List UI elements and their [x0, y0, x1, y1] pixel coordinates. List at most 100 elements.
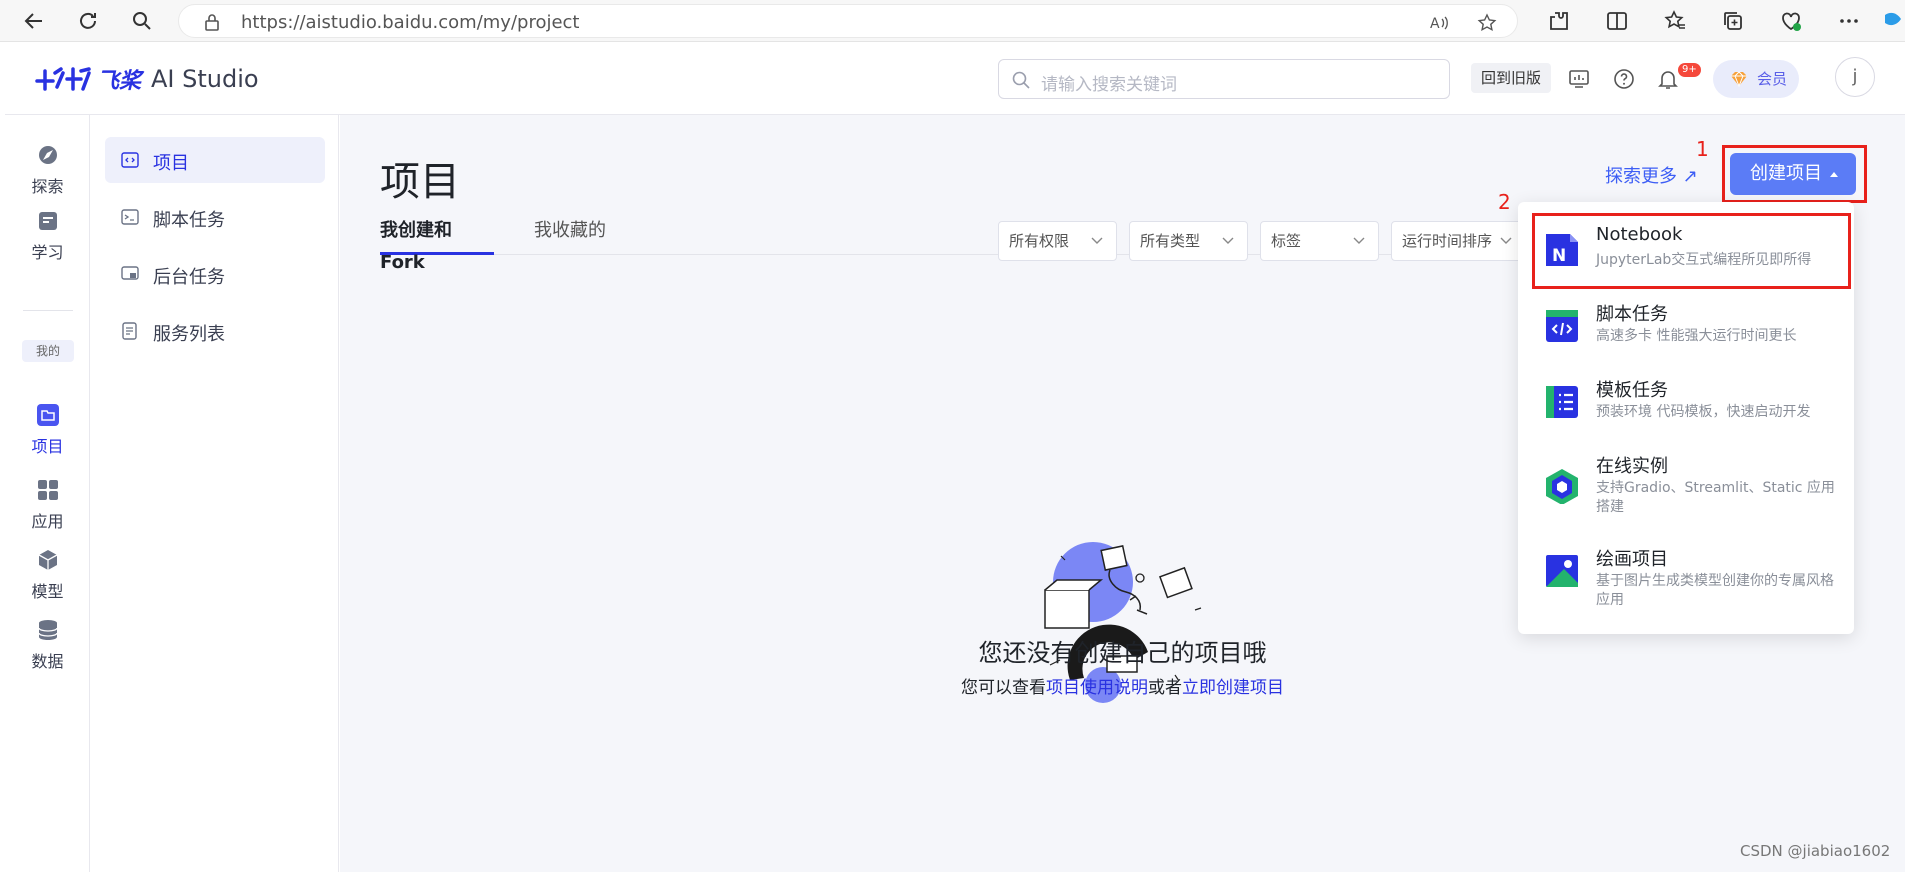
template-task-icon: [1546, 386, 1578, 418]
data-icon: [37, 620, 58, 640]
chevron-down-icon: [1091, 237, 1103, 244]
subnav-label: 后台任务: [153, 267, 225, 288]
project-icon: [121, 152, 139, 168]
explore-icon: [38, 146, 57, 164]
subnav-item-project[interactable]: 项目: [105, 137, 325, 183]
logo-text-en: AI Studio: [151, 65, 259, 93]
url-text[interactable]: https://aistudio.baidu.com/my/project: [241, 12, 579, 33]
create-project-button[interactable]: 创建项目: [1730, 153, 1856, 195]
script-icon: [121, 209, 139, 225]
subnav-label: 服务列表: [153, 324, 225, 345]
dropdown-item-desc: 高速多卡 性能强大运行时间更长: [1596, 328, 1797, 344]
subnav-label: 脚本任务: [153, 210, 225, 231]
rail-label: 学习: [31, 243, 64, 262]
apps-icon: [37, 480, 58, 500]
filter-type[interactable]: 所有类型: [1129, 221, 1248, 261]
background-task-icon: [121, 266, 139, 280]
annotation-marker-1: 1: [1696, 137, 1709, 161]
tab-my-created-fork[interactable]: 我创建和Fork: [380, 215, 494, 273]
sub-navigation: 项目 脚本任务 后台任务 服务列表: [91, 115, 339, 872]
address-bar[interactable]: https://aistudio.baidu.com/my/project A: [178, 4, 1518, 38]
filter-label: 运行时间排序: [1402, 232, 1493, 250]
dropdown-item-desc: 基于图片生成类模型创建你的专属风格应用: [1596, 573, 1834, 608]
notification-bell-icon[interactable]: [1656, 67, 1680, 91]
dropdown-item-desc: 支持Gradio、Streamlit、Static 应用搭建: [1596, 480, 1835, 515]
old-version-button[interactable]: 回到旧版: [1471, 63, 1552, 93]
extensions-icon[interactable]: [1547, 9, 1571, 33]
search-input[interactable]: 请输入搜索关键词: [998, 59, 1450, 99]
rail-item-apps[interactable]: 应用: [5, 478, 90, 532]
project-icon: [36, 404, 59, 426]
logo[interactable]: 飞桨 AI Studio: [35, 61, 259, 97]
project-usage-guide-link[interactable]: 项目使用说明: [1046, 678, 1148, 698]
filter-permission[interactable]: 所有权限: [998, 221, 1117, 261]
browser-toolbar: https://aistudio.baidu.com/my/project A: [0, 0, 1905, 42]
diamond-icon: [1731, 71, 1747, 87]
search-icon[interactable]: [130, 9, 154, 33]
logo-text-cn: 飞桨: [97, 69, 142, 94]
rail-item-model[interactable]: 模型: [5, 548, 90, 602]
search-icon: [1011, 70, 1031, 90]
read-aloud-icon[interactable]: A: [1429, 13, 1449, 33]
split-screen-icon[interactable]: [1605, 9, 1629, 33]
copilot-icon[interactable]: [1881, 9, 1905, 33]
annotation-highlight-notebook: [1532, 213, 1851, 289]
annotation-marker-2: 2: [1498, 190, 1511, 214]
help-icon[interactable]: [1612, 67, 1636, 91]
create-project-label: 创建项目: [1750, 163, 1822, 184]
app-header: 飞桨 AI Studio 请输入搜索关键词 回到旧版 9+ 会员 j: [5, 43, 1905, 115]
svg-text:A: A: [1430, 16, 1440, 32]
search-placeholder: 请输入搜索关键词: [1041, 75, 1177, 95]
script-task-icon: [1546, 310, 1578, 342]
rail-label: 项目: [31, 437, 64, 456]
lock-icon[interactable]: [203, 13, 221, 31]
rail-item-project[interactable]: 项目: [5, 403, 90, 457]
member-button[interactable]: 会员: [1713, 60, 1799, 98]
create-project-now-link[interactable]: 立即创建项目: [1182, 678, 1284, 698]
dropdown-item-title: 模板任务: [1596, 380, 1668, 401]
model-icon: [38, 550, 57, 570]
service-list-icon: [122, 322, 137, 340]
chevron-down-icon: [1222, 237, 1234, 244]
health-icon[interactable]: [1779, 9, 1803, 33]
notification-badge: 9+: [1678, 63, 1701, 77]
explore-more-link[interactable]: 探索更多 ↗: [1605, 162, 1698, 188]
painting-project-icon: [1546, 555, 1578, 587]
refresh-icon[interactable]: [76, 9, 100, 33]
filter-sort-runtime[interactable]: 运行时间排序: [1391, 221, 1526, 261]
rail-label: 应用: [31, 512, 64, 531]
dropdown-item-title: 脚本任务: [1596, 304, 1668, 325]
rail-item-learn[interactable]: 学习: [5, 209, 90, 263]
paddle-logo-icon: [35, 67, 91, 91]
rail-label: 模型: [31, 582, 64, 601]
back-icon[interactable]: [22, 9, 46, 33]
filter-tag[interactable]: 标签: [1260, 221, 1379, 261]
subnav-label: 项目: [153, 153, 189, 174]
left-rail: 探索 学习 我的 项目 应用 模型 数据: [5, 115, 90, 872]
monitor-icon[interactable]: [1567, 67, 1591, 91]
rail-item-explore[interactable]: 探索: [5, 143, 90, 197]
favorites-icon[interactable]: [1663, 9, 1687, 33]
empty-state-title: 您还没有创建自己的项目哦: [978, 639, 1267, 667]
dropdown-item-title: 在线实例: [1596, 456, 1668, 477]
caret-up-icon: [1830, 172, 1838, 177]
more-icon[interactable]: [1837, 9, 1861, 33]
tab-my-favorites[interactable]: 我收藏的: [534, 215, 606, 255]
favorite-star-icon[interactable]: [1477, 13, 1497, 33]
avatar[interactable]: j: [1835, 57, 1875, 97]
rail-label: 探索: [31, 177, 64, 196]
rail-item-data[interactable]: 数据: [5, 618, 90, 672]
chevron-down-icon: [1353, 237, 1365, 244]
page-title: 项目: [380, 159, 460, 205]
subnav-item-script-task[interactable]: 脚本任务: [105, 194, 325, 240]
learn-icon: [38, 212, 57, 230]
filter-label: 所有权限: [1009, 232, 1070, 250]
rail-divider: [23, 310, 73, 311]
dropdown-item-desc: 预装环境 代码模板，快速启动开发: [1596, 404, 1811, 420]
rail-label: 数据: [31, 652, 64, 671]
online-instance-icon: [1546, 469, 1578, 504]
collections-icon[interactable]: [1721, 9, 1745, 33]
subnav-item-background-task[interactable]: 后台任务: [105, 251, 325, 297]
subnav-item-service-list[interactable]: 服务列表: [105, 308, 325, 354]
empty-hint-mid: 或者: [1148, 678, 1182, 698]
